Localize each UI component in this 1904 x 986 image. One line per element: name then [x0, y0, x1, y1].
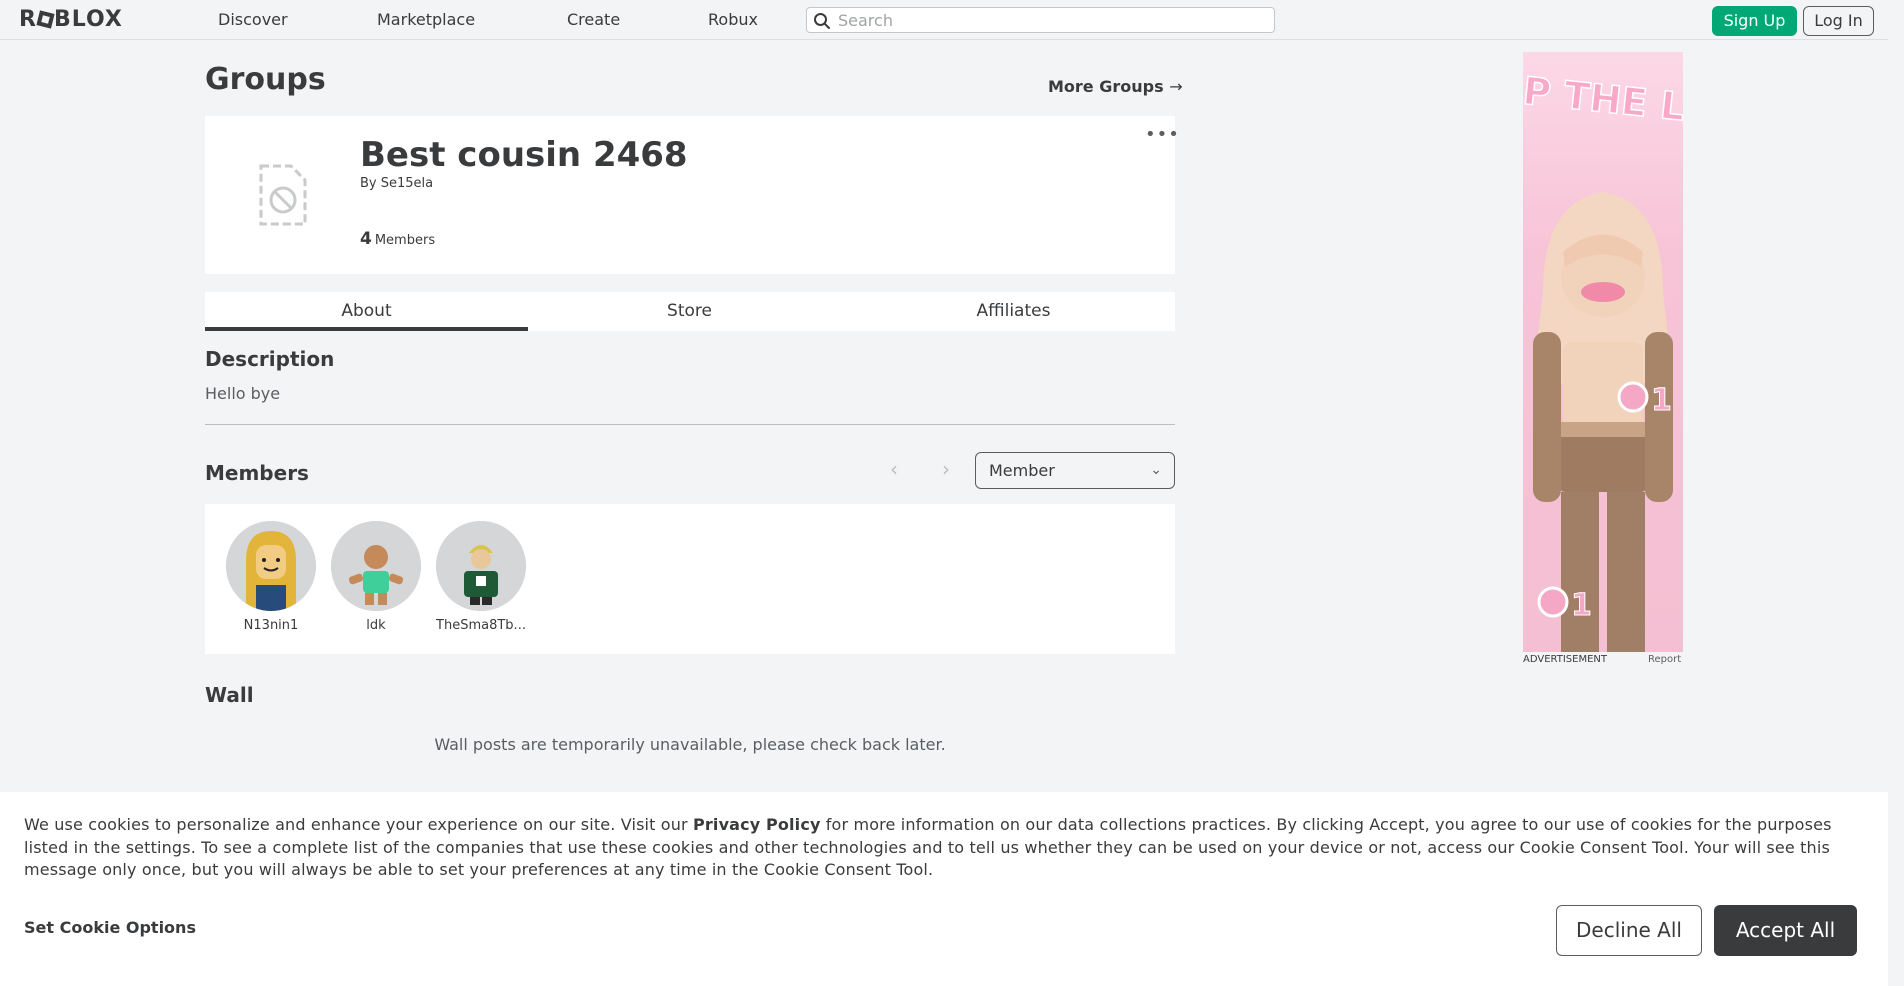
role-dropdown[interactable]: Member ⌄	[975, 452, 1175, 489]
description-heading: Description	[205, 347, 335, 371]
member-name[interactable]: N13nin1	[226, 618, 316, 634]
avatar[interactable]	[226, 521, 316, 611]
group-emblem-placeholder-icon	[259, 164, 307, 226]
members-heading: Members	[205, 461, 309, 485]
chevron-right-icon[interactable]: ›	[942, 458, 950, 480]
more-groups-link[interactable]: More Groups →	[1048, 78, 1183, 96]
description-text: Hello bye	[205, 384, 281, 403]
members-list: N13nin1 ldk TheSma8Tb...	[205, 504, 1175, 654]
ad-artwork: SHOP THE LOOK 1 1	[1523, 58, 1683, 652]
avatar-image-ldk	[331, 521, 421, 611]
wall-unavailable-message: Wall posts are temporarily unavailable, …	[434, 735, 946, 754]
avatar-image-n13nin1	[226, 521, 316, 611]
tab-about[interactable]: About	[205, 292, 528, 331]
cookie-consent-banner: We use cookies to personalize and enhanc…	[0, 792, 1888, 986]
more-options-icon[interactable]: •••	[1145, 126, 1180, 144]
tab-store[interactable]: Store	[528, 292, 851, 331]
avatar-image-thesma8tb	[436, 521, 526, 611]
by-label: By	[360, 176, 377, 191]
group-owner-link[interactable]: Se15ela	[381, 176, 433, 191]
ad-report-link[interactable]: Report	[1648, 654, 1681, 666]
more-groups-label: More Groups	[1048, 77, 1164, 96]
privacy-policy-link[interactable]: Privacy Policy	[693, 815, 821, 834]
member-card[interactable]: TheSma8Tb...	[436, 521, 526, 634]
ad-label: ADVERTISEMENT	[1523, 654, 1608, 665]
decline-all-button[interactable]: Decline All	[1556, 905, 1702, 956]
member-count-value: 4	[360, 229, 372, 249]
member-card[interactable]: ldk	[331, 521, 421, 634]
avatar[interactable]	[331, 521, 421, 611]
roblox-logo[interactable]: R BLOX	[19, 9, 123, 31]
search-input[interactable]	[838, 10, 1258, 30]
group-header-card: Best cousin 2468 By Se15ela 4 Members •••	[205, 116, 1179, 274]
page-scrollbar[interactable]	[1888, 0, 1904, 986]
member-name[interactable]: TheSma8Tb...	[436, 618, 526, 634]
arrow-right-icon: →	[1169, 77, 1183, 96]
group-tabs: About Store Affiliates	[205, 292, 1175, 331]
search-icon	[814, 13, 830, 29]
cookie-message: We use cookies to personalize and enhanc…	[24, 814, 1874, 882]
nav-marketplace[interactable]: Marketplace	[377, 11, 475, 29]
page-title: Groups	[205, 62, 326, 97]
top-nav: R BLOX Discover Marketplace Create Robux …	[0, 0, 1888, 40]
chevron-left-icon[interactable]: ‹	[890, 458, 898, 480]
wall-heading: Wall	[205, 683, 254, 707]
svg-text:1: 1	[1651, 383, 1672, 418]
search-box[interactable]	[806, 7, 1275, 33]
member-count-label: Members	[374, 233, 436, 248]
chevron-down-icon: ⌄	[1150, 462, 1162, 478]
section-divider	[205, 424, 1175, 425]
group-name: Best cousin 2468	[360, 135, 688, 175]
member-name[interactable]: ldk	[331, 618, 421, 634]
cookie-text-before: We use cookies to personalize and enhanc…	[24, 815, 694, 834]
group-owner-line: By Se15ela	[360, 176, 433, 192]
svg-text:1: 1	[1571, 588, 1592, 623]
accept-all-button[interactable]: Accept All	[1714, 905, 1857, 956]
login-button[interactable]: Log In	[1803, 6, 1874, 36]
group-member-count: 4 Members	[360, 230, 435, 250]
nav-discover[interactable]: Discover	[218, 11, 288, 29]
nav-robux[interactable]: Robux	[708, 11, 758, 29]
set-cookie-options-link[interactable]: Set Cookie Options	[24, 918, 196, 938]
member-card[interactable]: N13nin1	[226, 521, 316, 634]
signup-button[interactable]: Sign Up	[1712, 6, 1797, 36]
role-dropdown-value: Member	[989, 461, 1055, 480]
avatar[interactable]	[436, 521, 526, 611]
tab-affiliates[interactable]: Affiliates	[852, 292, 1175, 331]
nav-create[interactable]: Create	[567, 11, 620, 29]
advertisement-banner[interactable]: SHOP THE LOOK 1 1	[1523, 52, 1683, 652]
ad-headline-art: SHOP THE LOOK	[1523, 59, 1683, 139]
